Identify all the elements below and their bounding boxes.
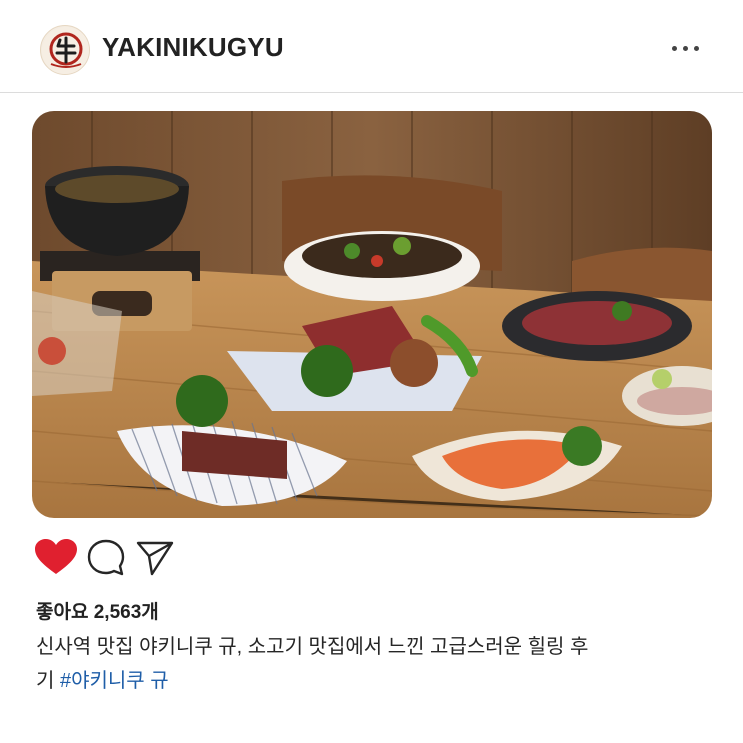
paper-plane-icon[interactable]	[136, 540, 174, 581]
caption-line: 기 #야키니쿠 규	[36, 664, 706, 698]
yakiniku-gyu-logo-icon[interactable]	[40, 25, 90, 75]
header-divider	[0, 92, 743, 93]
likes-count[interactable]: 좋아요 2,563개	[36, 597, 159, 624]
account-username[interactable]: YAKINIKUGYU	[102, 32, 284, 63]
heart-filled-icon[interactable]	[34, 538, 78, 581]
food-photo[interactable]	[32, 111, 712, 518]
caption-line: 신사역 맛집 야키니쿠 규, 소고기 맛집에서 느낀 고급스러운 힐링 후	[36, 636, 589, 658]
post-actions	[32, 536, 432, 578]
post-header: YAKINIKUGYU	[0, 0, 743, 92]
more-options-icon[interactable]	[672, 46, 704, 54]
caption-text: 기	[36, 670, 60, 692]
post-caption: 신사역 맛집 야키니쿠 규, 소고기 맛집에서 느낀 고급스러운 힐링 후 기 …	[36, 630, 706, 698]
hashtag-link[interactable]: #야키니쿠 규	[60, 670, 169, 692]
comment-bubble-icon[interactable]	[86, 538, 126, 583]
